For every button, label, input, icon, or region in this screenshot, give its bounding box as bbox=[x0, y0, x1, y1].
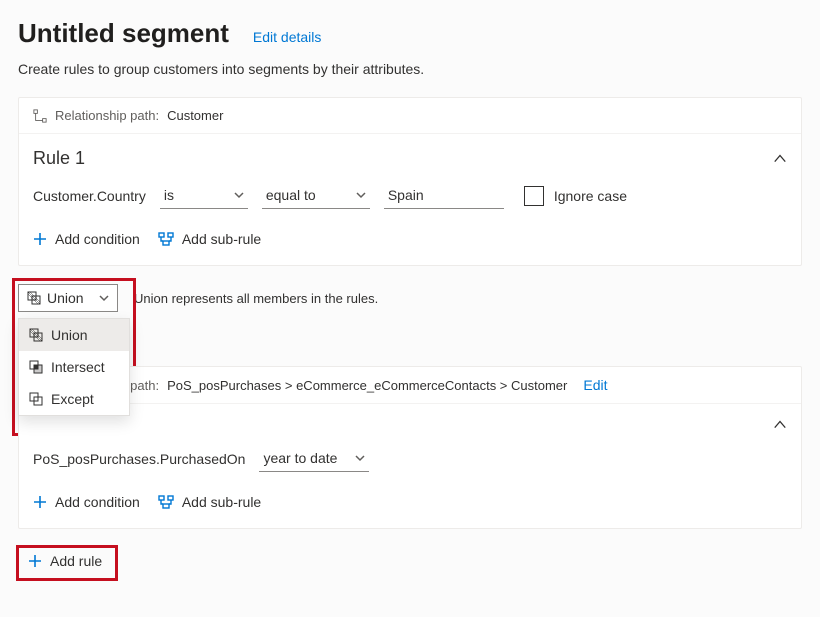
union-icon bbox=[27, 291, 41, 305]
set-operator-option-except[interactable]: Except bbox=[19, 383, 129, 415]
value-input[interactable]: Spain bbox=[384, 183, 504, 209]
add-condition-button[interactable]: Add condition bbox=[33, 227, 140, 251]
chevron-down-icon bbox=[355, 453, 365, 463]
relationship-path-value: PoS_posPurchases > eCommerce_eCommerceCo… bbox=[167, 378, 567, 393]
plus-icon bbox=[33, 232, 47, 246]
relationship-path-row: Relationship path: PoS_posPurchases > eC… bbox=[19, 367, 801, 404]
condition-field: Customer.Country bbox=[33, 188, 146, 204]
ignore-case-label: Ignore case bbox=[554, 188, 627, 204]
intersect-icon bbox=[29, 360, 43, 374]
set-operator-dropdown[interactable]: Union bbox=[18, 284, 118, 312]
collapse-icon[interactable] bbox=[773, 418, 787, 432]
add-rule-button[interactable]: Add rule bbox=[18, 547, 112, 575]
operator-1-dropdown[interactable]: year to date bbox=[259, 446, 369, 472]
chevron-down-icon bbox=[356, 190, 366, 200]
add-sub-rule-button[interactable]: Add sub-rule bbox=[158, 227, 261, 251]
rule-1-title: Rule 1 bbox=[33, 148, 85, 169]
condition-row: Customer.Country is equal to Spain Ignor… bbox=[33, 183, 787, 209]
union-icon bbox=[29, 328, 43, 342]
operator-1-dropdown[interactable]: is bbox=[160, 183, 248, 209]
sub-rule-icon bbox=[158, 495, 174, 509]
page-title: Untitled segment bbox=[18, 18, 229, 49]
relationship-path-value: Customer bbox=[167, 108, 223, 123]
collapse-icon[interactable] bbox=[773, 152, 787, 166]
operator-2-dropdown[interactable]: equal to bbox=[262, 183, 370, 209]
plus-icon bbox=[28, 554, 42, 568]
relationship-path-label: Relationship path: bbox=[55, 108, 159, 123]
set-operator-help: Union represents all members in the rule… bbox=[134, 291, 378, 306]
set-operator-option-union[interactable]: Union bbox=[19, 319, 129, 351]
relationship-path-row: Relationship path: Customer bbox=[19, 98, 801, 134]
condition-field: PoS_posPurchases.PurchasedOn bbox=[33, 451, 245, 467]
condition-row: PoS_posPurchases.PurchasedOn year to dat… bbox=[33, 446, 787, 472]
set-operator-row: Union Union Intersect bbox=[18, 284, 802, 312]
set-operator-option-intersect[interactable]: Intersect bbox=[19, 351, 129, 383]
rule-1-card: Relationship path: Customer Rule 1 Custo… bbox=[18, 97, 802, 266]
edit-details-link[interactable]: Edit details bbox=[253, 29, 321, 45]
relationship-icon bbox=[33, 109, 47, 123]
set-operator-menu: Union Intersect Except bbox=[18, 318, 130, 416]
add-condition-button[interactable]: Add condition bbox=[33, 490, 140, 514]
chevron-down-icon bbox=[99, 293, 109, 303]
page-subtitle: Create rules to group customers into seg… bbox=[18, 61, 802, 77]
chevron-down-icon bbox=[234, 190, 244, 200]
except-icon bbox=[29, 392, 43, 406]
rule-2-card: Relationship path: PoS_posPurchases > eC… bbox=[18, 366, 802, 529]
edit-path-link[interactable]: Edit bbox=[583, 377, 607, 393]
plus-icon bbox=[33, 495, 47, 509]
sub-rule-icon bbox=[158, 232, 174, 246]
ignore-case-checkbox[interactable] bbox=[524, 186, 544, 206]
add-sub-rule-button[interactable]: Add sub-rule bbox=[158, 490, 261, 514]
